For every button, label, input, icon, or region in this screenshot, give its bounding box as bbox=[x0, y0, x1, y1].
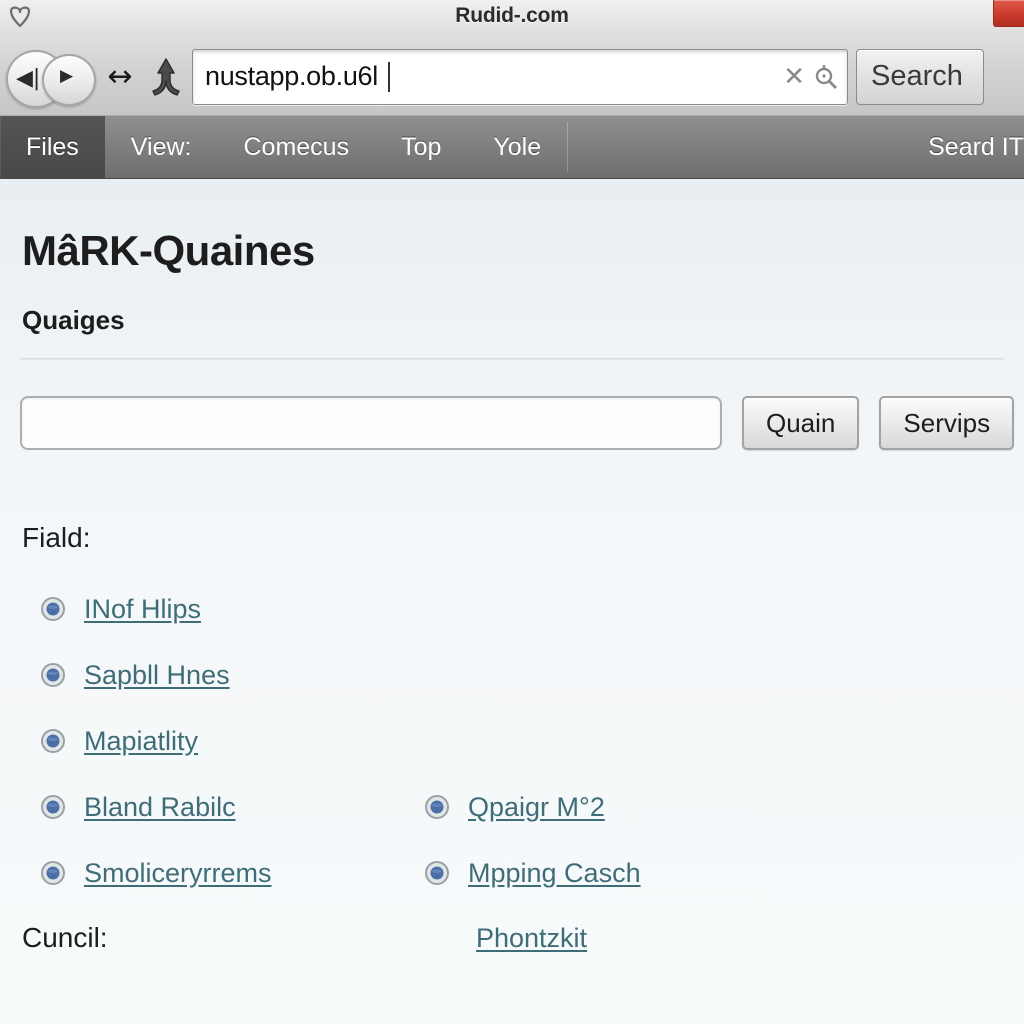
link-label: Mpping Casch bbox=[468, 857, 641, 888]
link-item-mpping-casch[interactable]: Mpping Casch bbox=[420, 858, 820, 889]
globe-icon bbox=[40, 728, 66, 754]
window-title: Rudid-.com bbox=[455, 4, 569, 27]
link-item-smoliceryrrems[interactable]: Smoliceryrrems bbox=[20, 858, 420, 889]
globe-icon bbox=[424, 860, 450, 886]
link-item-phontzkit[interactable]: Phontzkit bbox=[440, 923, 587, 954]
globe-icon bbox=[40, 596, 66, 622]
council-row: Cuncil: Phontzkit bbox=[20, 922, 1004, 954]
search-box-label: Search bbox=[871, 60, 963, 92]
field-label: Fiald: bbox=[22, 522, 91, 553]
clear-icon[interactable]: ✕ bbox=[779, 64, 809, 90]
link-item-bland-rabilc[interactable]: Bland Rabilc bbox=[20, 792, 420, 823]
servips-button[interactable]: Servips bbox=[879, 396, 1015, 450]
anchor-icon[interactable] bbox=[142, 56, 190, 98]
menu-item-view[interactable]: View: bbox=[105, 116, 218, 178]
quain-button[interactable]: Quain bbox=[742, 396, 860, 450]
list-item: Smoliceryrrems Mpping Casch bbox=[20, 840, 1004, 906]
link-label: Smoliceryrrems bbox=[84, 857, 272, 888]
list-item: Mapiatlity bbox=[20, 708, 1004, 774]
link-label: Bland Rabilc bbox=[84, 791, 236, 822]
globe-icon bbox=[424, 794, 450, 820]
link-label: INof Hlips bbox=[84, 593, 202, 624]
link-label: Sapbll Hnes bbox=[84, 659, 230, 690]
address-bar-value: nustapp.ob.u6l bbox=[205, 61, 378, 91]
back-forward-group: ◀| ▶ bbox=[6, 48, 98, 108]
council-label: Cuncil: bbox=[22, 922, 108, 953]
resize-arrows-icon[interactable]: ↔ bbox=[98, 61, 142, 92]
menu-item-comecus[interactable]: Comecus bbox=[217, 116, 375, 178]
link-item-sapbll-hnes[interactable]: Sapbll Hnes bbox=[20, 660, 420, 691]
globe-icon bbox=[40, 794, 66, 820]
back-arrow-icon: ◀| bbox=[16, 65, 41, 91]
search-box[interactable]: Search bbox=[856, 48, 984, 105]
close-button[interactable] bbox=[993, 0, 1024, 27]
page-subtitle: Quaiges bbox=[22, 305, 125, 335]
link-item-qpaigr-m2[interactable]: Qpaigr M°2 bbox=[420, 792, 820, 823]
globe-icon bbox=[40, 662, 66, 688]
browser-window: Rudid-.com ◀| ▶ ↔ nustapp.ob.u6l ✕ Searc… bbox=[0, 0, 1024, 1024]
search-row: Quain Servips bbox=[20, 396, 1015, 450]
text-caret bbox=[387, 61, 390, 92]
page-title: MâRK-Quaines bbox=[22, 227, 315, 274]
menu-item-files[interactable]: Files bbox=[0, 116, 105, 178]
list-item: INof Hlips bbox=[20, 576, 1004, 642]
menu-item-top[interactable]: Top bbox=[375, 116, 467, 178]
globe-icon bbox=[40, 860, 66, 886]
menu-item-seard-it[interactable]: Seard IT bbox=[918, 116, 1024, 178]
list-item: Sapbll Hnes bbox=[20, 642, 1004, 708]
list-item: Bland Rabilc Qpaigr M°2 bbox=[20, 774, 1004, 840]
page-content: MâRK-Quaines Quaiges Quain Servips Fiald… bbox=[0, 179, 1024, 1024]
address-bar[interactable]: nustapp.ob.u6l ✕ bbox=[192, 48, 848, 105]
magnifier-icon[interactable] bbox=[811, 62, 841, 92]
search-input[interactable] bbox=[20, 396, 722, 450]
forward-arrow-icon: ▶ bbox=[60, 65, 74, 86]
link-item-mapiatlity[interactable]: Mapiatlity bbox=[20, 726, 420, 757]
menu-bar: Files View: Comecus Top Yole Seard IT bbox=[0, 116, 1024, 179]
link-label: Mapiatlity bbox=[84, 725, 199, 756]
navigation-toolbar: ◀| ▶ ↔ nustapp.ob.u6l ✕ Search bbox=[0, 38, 1024, 116]
link-item-inof-hlips[interactable]: INof Hlips bbox=[20, 594, 420, 625]
title-bar: Rudid-.com bbox=[0, 0, 1024, 38]
menu-item-yole[interactable]: Yole bbox=[467, 116, 567, 178]
link-grid: INof Hlips Sapbll Hnes Mapiatlity Bland … bbox=[20, 576, 1004, 906]
divider bbox=[20, 358, 1004, 360]
link-label: Qpaigr M°2 bbox=[468, 791, 605, 822]
